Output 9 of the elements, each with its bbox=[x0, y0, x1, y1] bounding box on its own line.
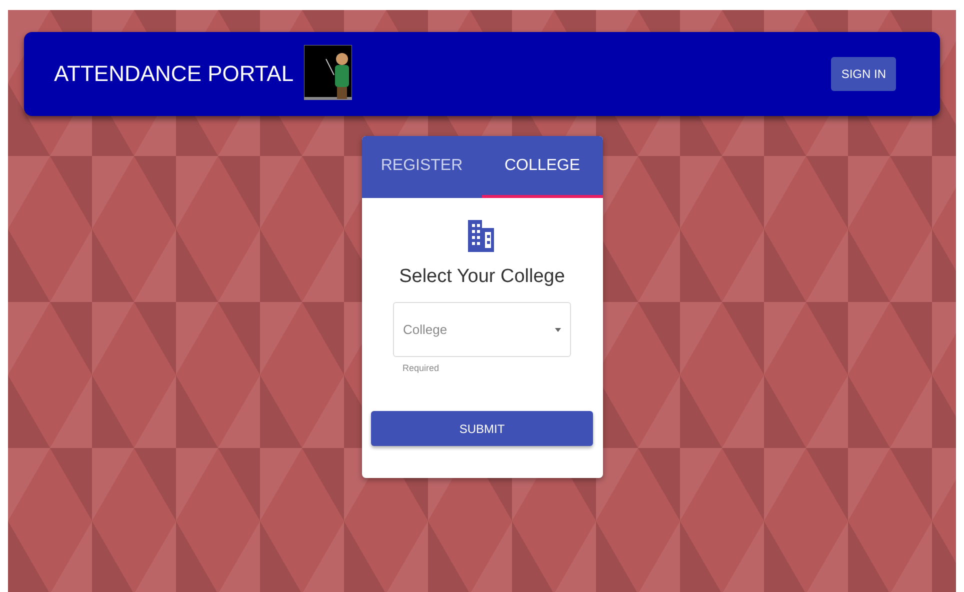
teacher-at-blackboard-icon bbox=[304, 45, 352, 103]
portal-title: ATTENDANCE PORTAL bbox=[54, 61, 294, 87]
sign-in-button[interactable]: SIGN IN bbox=[831, 57, 896, 91]
tab[interactable]: COLLEGE bbox=[482, 136, 602, 198]
college-select-field[interactable]: College bbox=[393, 302, 571, 357]
required-hint: Required bbox=[402, 363, 440, 373]
submit-button[interactable]: SUBMIT bbox=[371, 411, 593, 446]
form-heading: Select Your College bbox=[399, 266, 565, 288]
tab[interactable]: REGISTER bbox=[362, 136, 482, 198]
